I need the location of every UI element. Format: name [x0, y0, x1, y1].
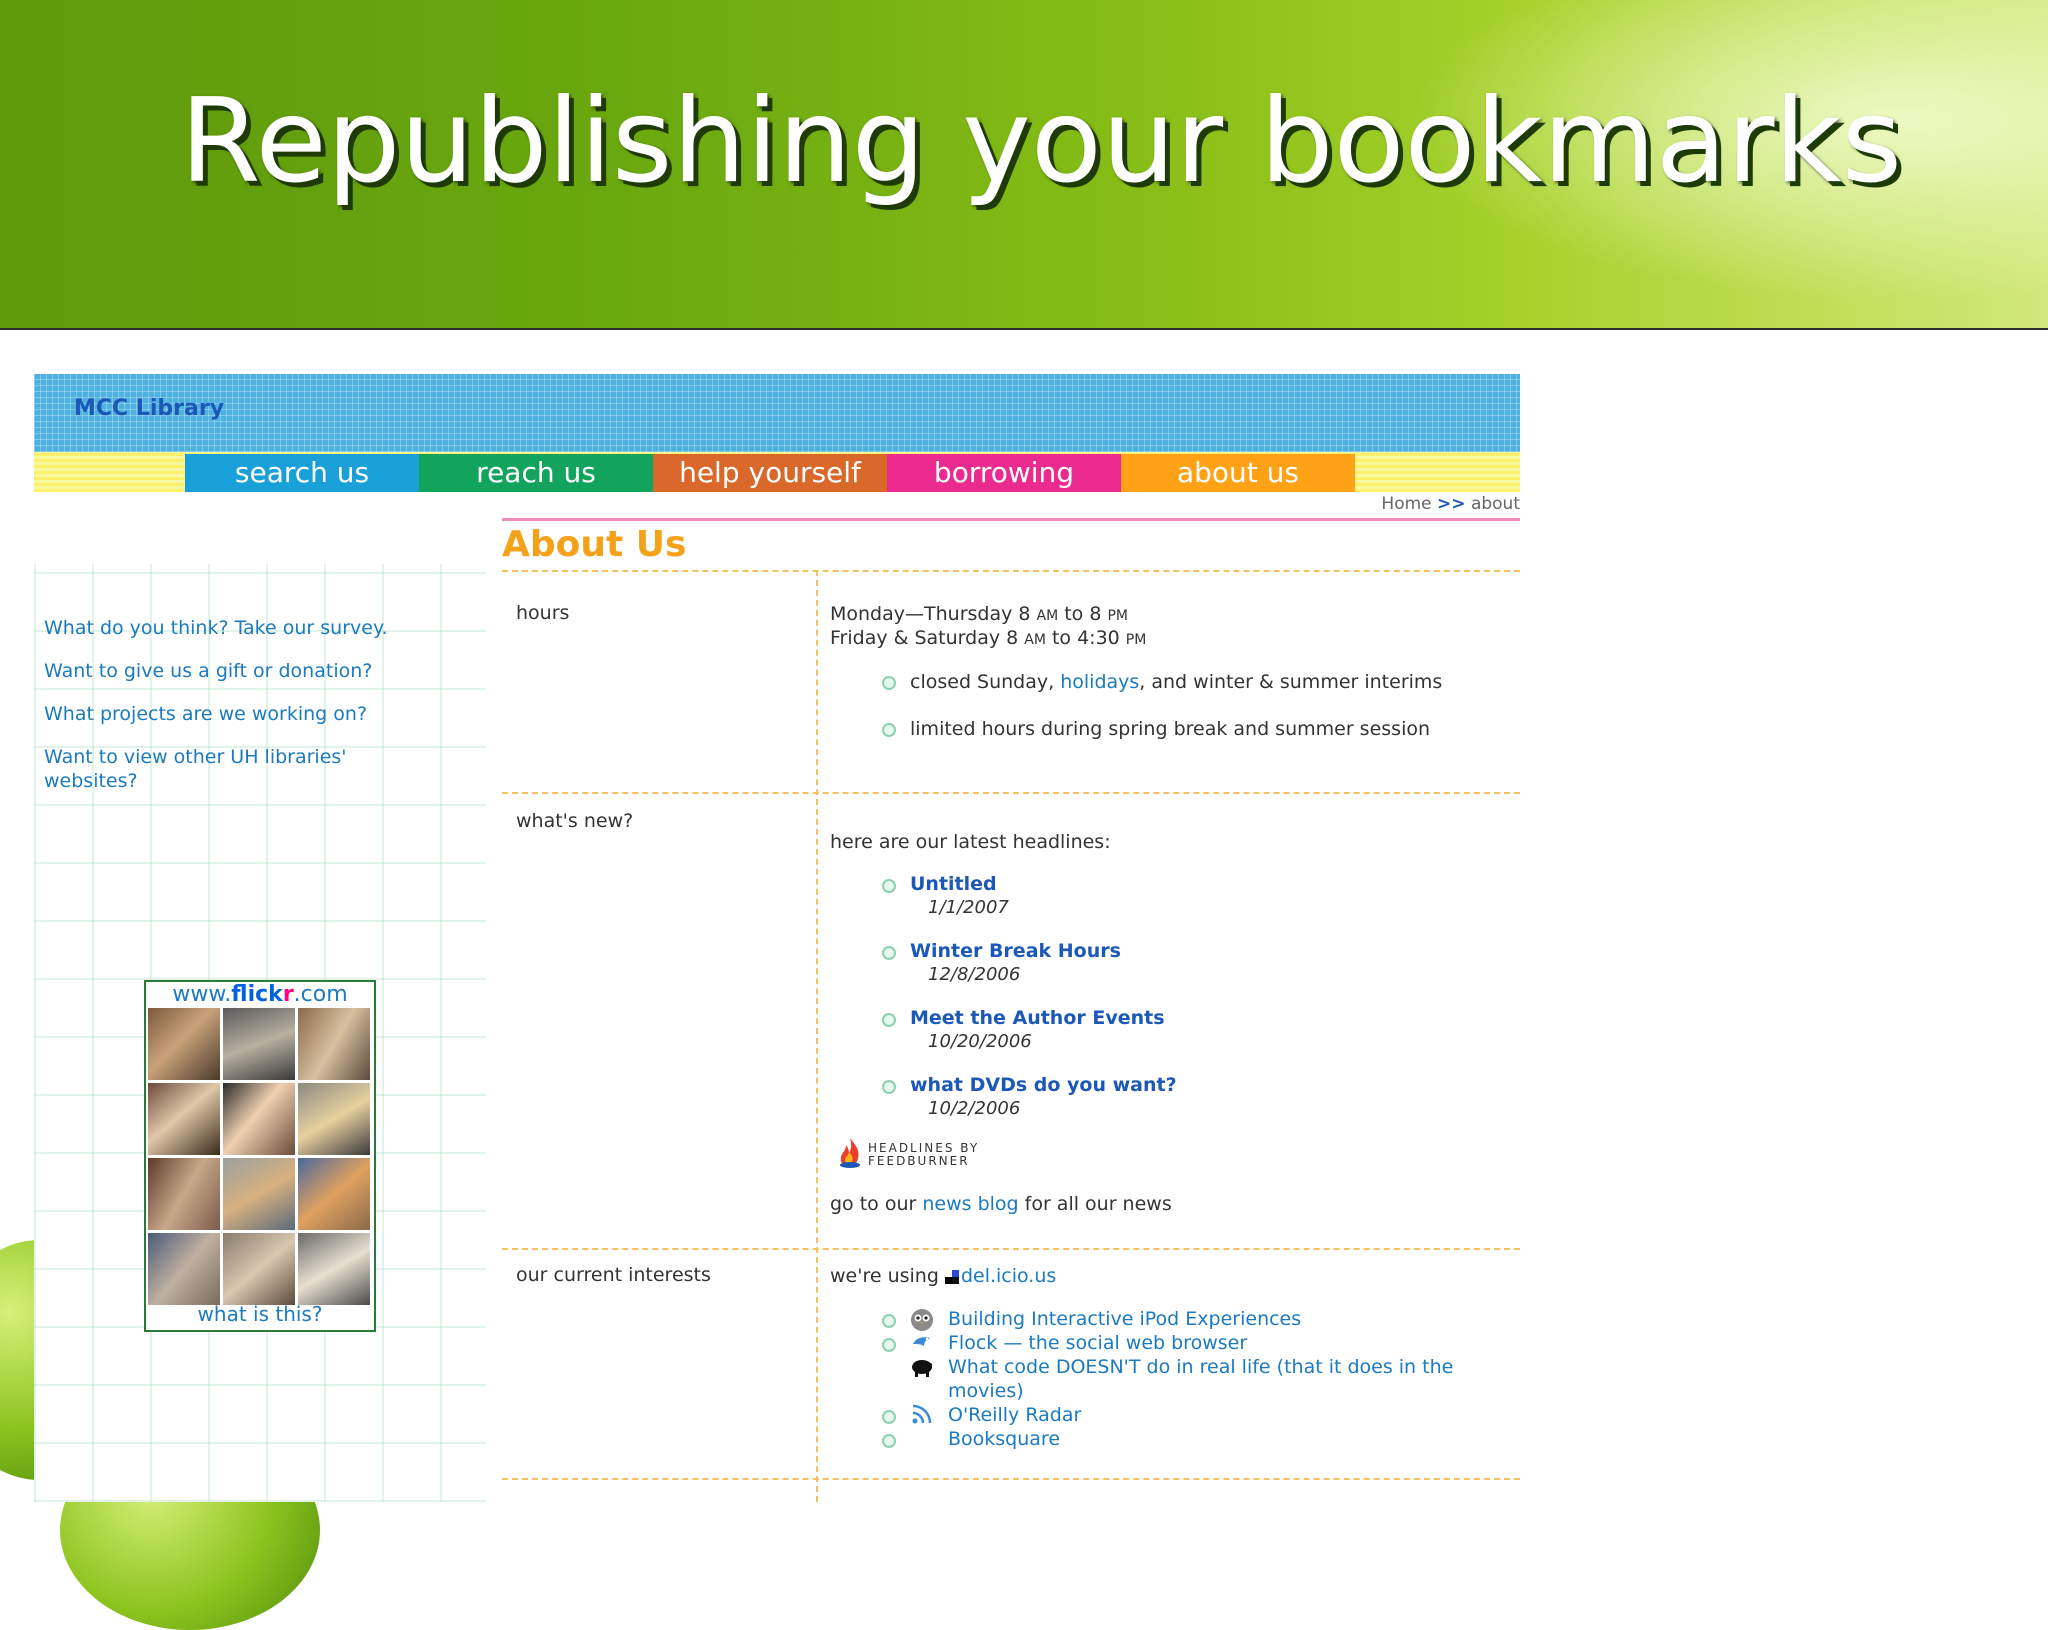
flock-bird-icon — [913, 1337, 930, 1346]
bullet-icon — [882, 723, 896, 737]
feedburner-flame-icon[interactable] — [836, 1136, 864, 1168]
flickr-photo[interactable] — [148, 1158, 220, 1230]
bullet-icon — [882, 1338, 896, 1352]
flickr-photo[interactable] — [298, 1233, 370, 1305]
headline-date: 10/20/2006 — [928, 1031, 1032, 1052]
table-divider — [502, 570, 1520, 572]
slide-title: Republishing your bookmarks — [180, 74, 1903, 209]
table-divider — [502, 1478, 1520, 1480]
flickr-badge[interactable]: www.flickr.com what is this? — [144, 980, 376, 1332]
breadcrumb-home[interactable]: Home — [1381, 494, 1431, 514]
table-divider — [502, 1248, 1520, 1250]
flickr-photo[interactable] — [148, 1083, 220, 1155]
flickr-caption[interactable]: what is this? — [146, 1302, 374, 1326]
interests-label: our current interests — [516, 1264, 711, 1286]
breadcrumb-separator: >> — [1437, 494, 1466, 514]
flickr-photo[interactable] — [148, 1008, 220, 1080]
bullet-icon — [882, 1314, 896, 1328]
bullet-icon — [882, 1080, 896, 1094]
feedburner-badge[interactable]: HEADLINES BY FEEDBURNER — [868, 1142, 979, 1168]
slide-header: Republishing your bookmarks — [0, 0, 2048, 330]
nav-reach-us[interactable]: reach us — [419, 454, 653, 492]
sidebar: What do you think? Take our survey. Want… — [34, 564, 486, 1502]
interest-link[interactable]: Booksquare — [948, 1427, 1508, 1451]
flickr-photo[interactable] — [298, 1083, 370, 1155]
site-name[interactable]: MCC Library — [74, 396, 224, 421]
flickr-photo[interactable] — [148, 1233, 220, 1305]
delicious-line: we're using del.icio.us — [830, 1265, 1057, 1287]
projects-link[interactable]: What projects are we working on? — [44, 702, 464, 726]
interest-link[interactable]: Building Interactive iPod Experiences — [948, 1307, 1508, 1331]
bullet-icon — [882, 1410, 896, 1424]
flickr-photo[interactable] — [223, 1158, 295, 1230]
bullet-icon — [882, 946, 896, 960]
page-title: About Us — [502, 524, 687, 565]
news-blog-link[interactable]: news blog — [922, 1193, 1018, 1215]
headlines-intro: here are our latest headlines: — [830, 831, 1111, 853]
flickr-photo[interactable] — [298, 1158, 370, 1230]
headline-link[interactable]: Meet the Author Events — [910, 1007, 1165, 1029]
bullet-icon — [882, 676, 896, 690]
nav-search-us[interactable]: search us — [185, 454, 419, 492]
headline-date: 1/1/2007 — [928, 897, 1009, 918]
bullet-icon — [882, 1013, 896, 1027]
donation-link[interactable]: Want to give us a gift or donation? — [44, 659, 464, 683]
interest-link[interactable]: Flock — the social web browser — [948, 1331, 1508, 1355]
site-banner: MCC Library — [34, 374, 1520, 452]
breadcrumb-current: about — [1470, 494, 1520, 514]
headline-date: 12/8/2006 — [928, 964, 1021, 985]
nav-help-yourself[interactable]: help yourself — [653, 454, 887, 492]
delicious-icon — [944, 1269, 959, 1284]
flickr-photo[interactable] — [298, 1008, 370, 1080]
headline-link[interactable]: what DVDs do you want? — [910, 1074, 1177, 1096]
title-rule — [502, 518, 1520, 521]
headline-date: 10/2/2006 — [928, 1098, 1021, 1119]
interest-link[interactable]: O'Reilly Radar — [948, 1403, 1508, 1427]
owl-icon — [911, 1309, 933, 1331]
nav-about-us[interactable]: about us — [1121, 454, 1355, 492]
website-screenshot: MCC Library search us reach us help your… — [34, 374, 1520, 1502]
hours-note-closed: closed Sunday, holidays, and winter & su… — [910, 671, 1443, 693]
table-divider — [502, 792, 1520, 794]
headline-link[interactable]: Untitled — [910, 873, 997, 895]
hours-note-limited: limited hours during spring break and su… — [910, 718, 1431, 740]
hours-label: hours — [516, 602, 570, 624]
interest-link[interactable]: What code DOESN'T do in real life (that … — [948, 1355, 1508, 1403]
bullet-icon — [882, 1434, 896, 1448]
flickr-photo[interactable] — [223, 1233, 295, 1305]
uh-libraries-link[interactable]: Want to view other UH libraries' website… — [44, 745, 404, 793]
hours-weekend: Friday & Saturday 8 AM to 4:30 PM — [830, 627, 1147, 649]
flickr-photo[interactable] — [223, 1008, 295, 1080]
headline-link[interactable]: Winter Break Hours — [910, 940, 1121, 962]
flickr-logo[interactable]: www.flickr.com — [146, 982, 374, 1007]
breadcrumb: Home >> about — [1381, 494, 1520, 514]
bullet-icon — [882, 879, 896, 893]
flickr-photo[interactable] — [223, 1083, 295, 1155]
table-column-divider — [816, 570, 818, 1502]
holidays-link[interactable]: holidays — [1060, 671, 1139, 693]
news-blog-line: go to our news blog for all our news — [830, 1193, 1172, 1215]
delicious-link[interactable]: del.icio.us — [961, 1265, 1056, 1287]
survey-link[interactable]: What do you think? Take our survey. — [44, 616, 464, 640]
hours-weekday: Monday—Thursday 8 AM to 8 PM — [830, 603, 1128, 625]
rss-feed-icon — [912, 1404, 932, 1424]
pig-icon — [912, 1360, 932, 1377]
nav-borrowing[interactable]: borrowing — [887, 454, 1121, 492]
whats-new-label: what's new? — [516, 810, 634, 832]
